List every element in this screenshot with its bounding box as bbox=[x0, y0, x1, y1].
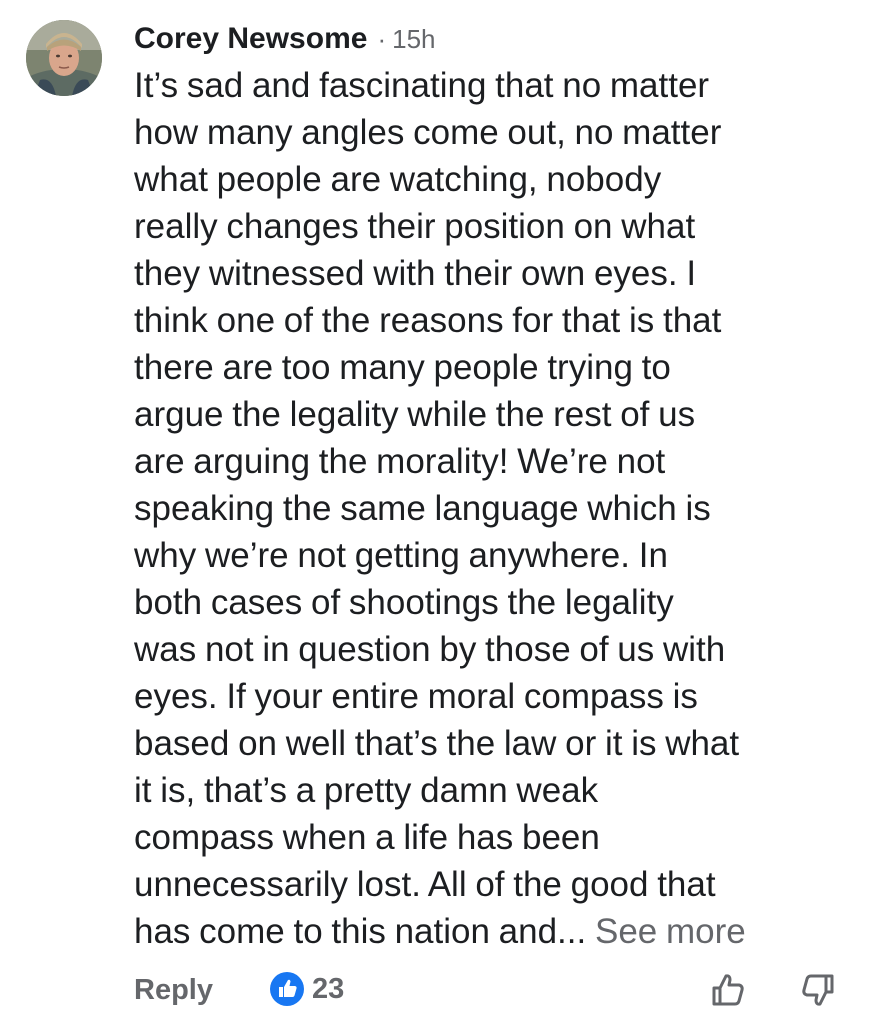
comment-line: unnecessarily lost. All of the good that bbox=[134, 865, 716, 904]
comment-line: eyes. If your entire moral compass is bbox=[134, 677, 698, 716]
reply-button[interactable]: Reply bbox=[134, 974, 213, 1007]
comment-line: are arguing the morality! We’re not bbox=[134, 442, 666, 481]
avatar[interactable] bbox=[26, 20, 102, 96]
comment-line-last: has come to this nation and... See more bbox=[134, 908, 854, 955]
comment-line: they witnessed with their own eyes. I bbox=[134, 254, 697, 293]
comment-line: both cases of shootings the legality bbox=[134, 583, 674, 622]
comment-line: how many angles come out, no matter bbox=[134, 113, 722, 152]
comment-line: think one of the reasons for that is tha… bbox=[134, 301, 722, 340]
thumbs-up-outline-icon[interactable] bbox=[708, 970, 748, 1010]
comment-truncated-text: has come to this nation and... bbox=[134, 912, 587, 951]
comment-line: why we’re not getting anywhere. In bbox=[134, 536, 668, 575]
comment-line: there are too many people trying to bbox=[134, 348, 671, 387]
like-count: 23 bbox=[312, 972, 345, 1005]
thumbs-up-badge-icon bbox=[270, 972, 304, 1006]
comment-line: speaking the same language which is bbox=[134, 489, 711, 528]
user-avatar-photo bbox=[26, 20, 102, 96]
comment-line: compass when a life has been bbox=[134, 818, 600, 857]
comment-line: It’s sad and fascinating that no matter bbox=[134, 66, 710, 105]
thumbs-down-outline-icon[interactable] bbox=[798, 970, 838, 1010]
comment-header: Corey Newsome · 15h bbox=[134, 16, 854, 62]
separator-dot: · bbox=[377, 23, 387, 54]
timestamp[interactable]: 15h bbox=[392, 24, 435, 55]
comment-line: really changes their position on what bbox=[134, 207, 696, 246]
comment-line: argue the legality while the rest of us bbox=[134, 395, 696, 434]
comment-line: was not in question by those of us with bbox=[134, 630, 726, 669]
comment-line: based on well that’s the law or it is wh… bbox=[134, 724, 740, 763]
comment-line: what people are watching, nobody bbox=[134, 160, 662, 199]
author-name[interactable]: Corey Newsome bbox=[134, 22, 367, 56]
comment-line: it is, that’s a pretty damn weak bbox=[134, 771, 599, 810]
comment: Corey Newsome · 15h It’s sad and fascina… bbox=[134, 16, 854, 955]
see-more-link[interactable]: See more bbox=[595, 912, 746, 951]
comment-actions: Reply 23 bbox=[134, 966, 844, 1016]
reaction-summary[interactable]: 23 bbox=[270, 972, 344, 1006]
comment-text: It’s sad and fascinating that no matter … bbox=[134, 62, 854, 955]
